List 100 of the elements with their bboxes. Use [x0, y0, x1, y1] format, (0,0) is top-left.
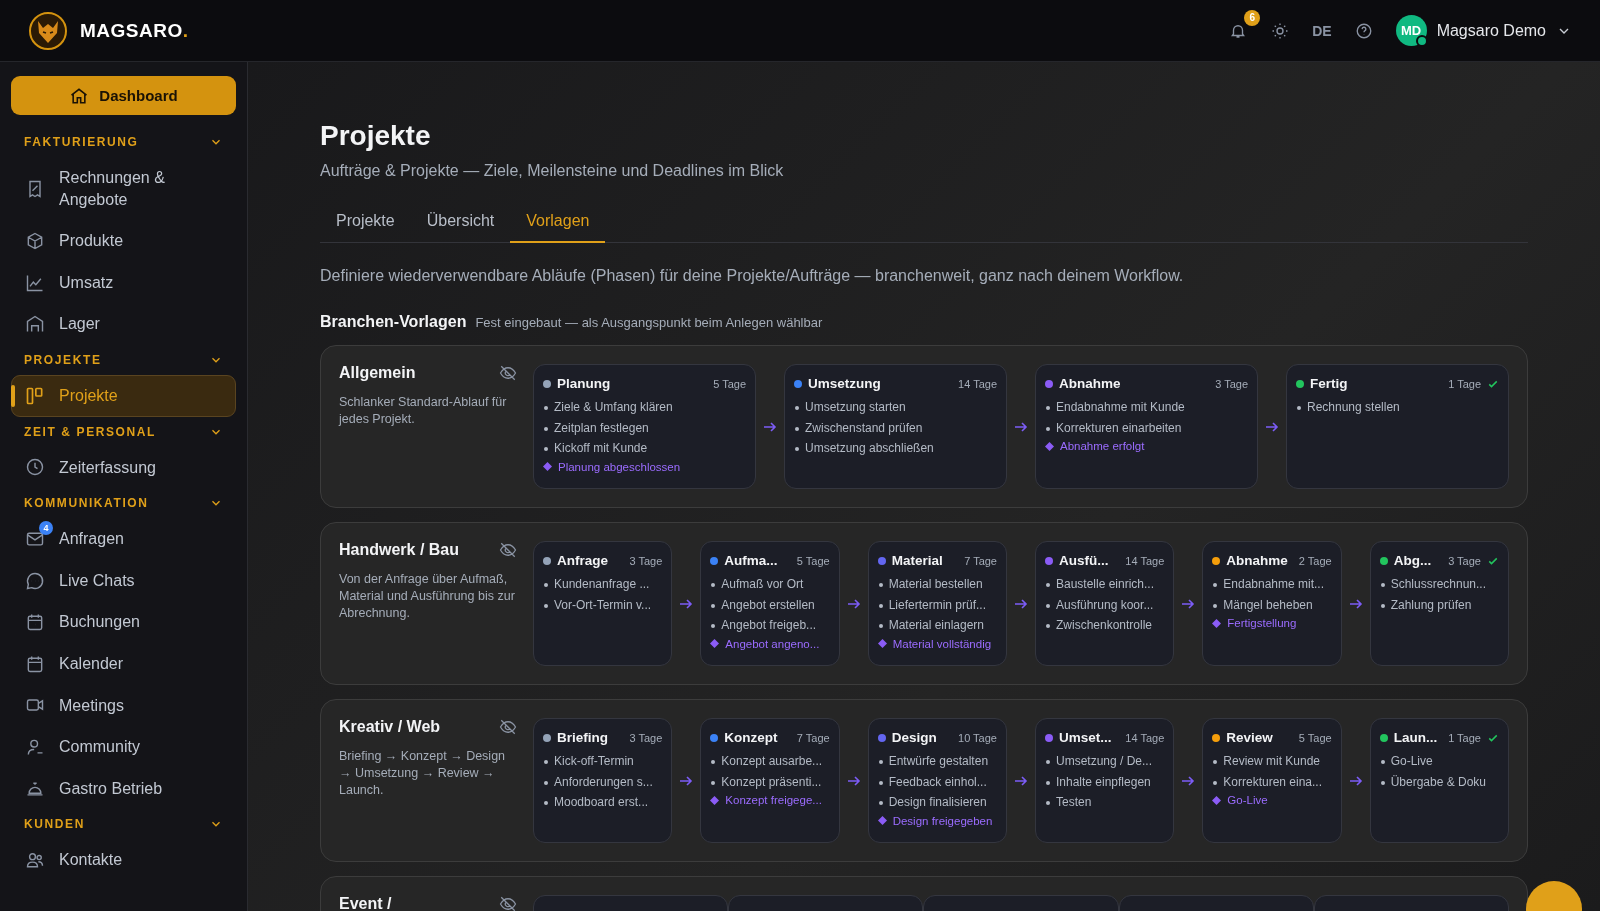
section-header[interactable]: PROJEKTE	[11, 344, 236, 375]
nav-item[interactable]: Kontakte	[11, 839, 236, 881]
phase-task: Umsetzung abschließen	[794, 438, 997, 459]
nav-item[interactable]: Umsatz	[11, 261, 236, 304]
eye-off-icon[interactable]	[499, 541, 517, 559]
diamond-icon	[1212, 618, 1222, 628]
phase-task: Material bestellen	[877, 574, 997, 595]
eye-off-icon[interactable]	[499, 364, 517, 382]
phase-name: Abnahme	[1226, 553, 1288, 568]
chat-icon	[25, 570, 45, 591]
eye-off-icon[interactable]	[499, 718, 517, 736]
phase-task: Ziele & Umfang klären	[543, 397, 746, 418]
phase-task: Mängel beheben	[1212, 594, 1332, 615]
phase-name: Design	[891, 730, 937, 745]
phase-task: Kundenanfrage ...	[543, 574, 663, 595]
phase-duration: 3 Tage	[1448, 554, 1481, 567]
phase-task: Ausführung koor...	[1045, 594, 1165, 615]
phase-task: Kick-off-Termin	[543, 751, 663, 772]
phase-duration: 14 Tage	[1125, 731, 1165, 744]
phase-task: Konzept präsenti...	[710, 771, 830, 792]
milestone: Material vollständig	[892, 637, 992, 650]
section-header[interactable]: ZEIT & PERSONAL	[11, 416, 236, 447]
nav-item[interactable]: Produkte	[11, 220, 236, 262]
diamond-icon	[1045, 441, 1054, 451]
notification-count: 6	[1244, 9, 1261, 26]
phase-duration: 14 Tage	[958, 377, 997, 390]
phase-task: Übergabe & Doku	[1379, 771, 1499, 792]
milestone: Konzept freigege...	[725, 794, 822, 806]
nav-item[interactable]: Lager	[11, 303, 236, 345]
kanban-icon	[25, 385, 45, 406]
phase-task: Anforderungen s...	[543, 771, 663, 792]
phase-name: Umsetzung	[808, 376, 881, 391]
unread-count: 4	[39, 520, 53, 535]
nav-item[interactable]: Buchungen	[11, 601, 236, 643]
template-description: Von der Anfrage über Aufmaß, Material und Ausführung bis zur Abrechnung.	[339, 571, 516, 622]
phase-task: Angebot erstellen	[710, 594, 830, 615]
nav-item[interactable]: Gastro Betrieb	[11, 767, 236, 810]
phase-task: Zwischenkontrolle	[1045, 615, 1165, 636]
template-name: Event /	[339, 895, 392, 911]
diamond-icon	[710, 639, 720, 648]
milestone: Abnahme erfolgt	[1060, 440, 1145, 452]
milestone: Angebot angeno...	[725, 637, 820, 650]
phase-task: Entwürfe gestalten	[877, 751, 997, 772]
phase-name: Anfrage	[557, 553, 608, 568]
template-name: Handwerk / Bau	[339, 541, 460, 559]
section-header[interactable]: KUNDEN	[11, 809, 236, 840]
logo[interactable]	[28, 10, 68, 51]
tab[interactable]: Übersicht	[410, 204, 511, 243]
nav-item[interactable]: Kalender	[11, 642, 236, 685]
phase-task: Material einlagern	[877, 615, 997, 636]
phase-duration: 5 Tage	[796, 554, 830, 567]
phase-name: Fertig	[1310, 376, 1348, 391]
dashboard-button[interactable]: Dashboard	[11, 76, 236, 115]
nav-item[interactable]: Zeiterfassung	[11, 446, 236, 489]
phase-task: Go-Live	[1379, 751, 1499, 772]
nav-item[interactable]: Meetings	[11, 684, 236, 727]
phase-task: Korrekturen eina...	[1212, 771, 1332, 792]
phase-task: Inhalte einpflegen	[1045, 771, 1165, 792]
nav-item[interactable]: 4 Anfragen	[11, 518, 236, 560]
phase-task: Schlussrechnun...	[1379, 574, 1499, 595]
user-menu[interactable]: MD Magsaro Demo	[1395, 15, 1572, 46]
tab[interactable]: Projekte	[320, 204, 411, 243]
section-header[interactable]: KOMMUNIKATION	[11, 488, 236, 519]
template-name: Kreativ / Web	[339, 718, 441, 736]
phase-duration: 5 Tage	[713, 377, 746, 390]
phase-duration: 7 Tage	[964, 554, 997, 567]
phase-duration: 5 Tage	[1298, 731, 1332, 744]
phase-name: Planung	[557, 376, 611, 391]
diamond-icon	[877, 639, 887, 648]
phase-task: Umsetzung / De...	[1045, 751, 1165, 772]
box-icon	[25, 231, 45, 251]
nav-item[interactable]: Live Chats	[11, 559, 236, 602]
phase-task: Umsetzung starten	[794, 397, 997, 418]
phase-name: Ausfü...	[1059, 553, 1109, 568]
avatar: MD	[1395, 15, 1427, 46]
phase-task: Liefertermin prüf...	[877, 594, 997, 615]
milestone: Planung abgeschlossen	[558, 460, 681, 473]
phase-name: Laun...	[1393, 730, 1438, 745]
calendar-icon	[25, 612, 45, 633]
phase-task: Zwischenstand prüfen	[794, 417, 997, 438]
nav-item[interactable]: Community	[11, 726, 236, 768]
language-button[interactable]: DE	[1312, 22, 1332, 39]
phase-name: Review	[1226, 730, 1273, 745]
phase-duration: 3 Tage	[629, 554, 663, 567]
phase-name: Abg...	[1393, 553, 1432, 568]
section-header[interactable]: FAKTURIERUNG	[11, 127, 236, 157]
phase-task: Design finalisieren	[877, 792, 997, 813]
template-description: Briefing → Konzept → Design → Umsetzung → Review → Launch.	[339, 748, 507, 799]
phase-duration: 7 Tage	[796, 731, 830, 744]
milestone: Fertigstellung	[1227, 617, 1297, 629]
phase-duration: 3 Tage	[1215, 377, 1248, 390]
phase-duration: 1 Tage	[1448, 377, 1481, 390]
nav-item[interactable]: Projekte	[11, 374, 236, 417]
phase-name: Konzept	[724, 730, 778, 745]
tab[interactable]: Vorlagen	[510, 204, 606, 243]
template-name: Allgemein	[339, 364, 416, 382]
eye-off-icon[interactable]	[499, 895, 517, 911]
phase-task: Angebot freigeb...	[710, 615, 830, 636]
phase-task: Korrekturen einarbeiten	[1045, 417, 1248, 438]
nav-item[interactable]: Rechnungen & Angebote	[11, 157, 236, 221]
